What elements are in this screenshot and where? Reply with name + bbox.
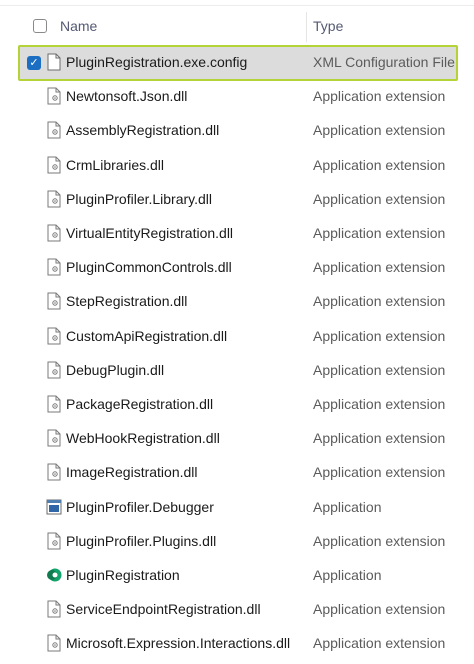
file-type: Application extension xyxy=(313,464,446,481)
select-all-checkbox[interactable] xyxy=(33,19,47,33)
file-row[interactable]: CrmLibraries.dll Application extension xyxy=(0,148,474,182)
file-row[interactable]: Newtonsoft.Json.dll Application extension xyxy=(0,79,474,113)
file-name: PluginProfiler.Plugins.dll xyxy=(66,532,217,549)
column-header-row: Name Type xyxy=(0,6,474,44)
file-name: StepRegistration.dll xyxy=(66,293,188,310)
dll-icon xyxy=(46,190,62,208)
dll-icon xyxy=(46,87,62,105)
name-column-header[interactable]: Name xyxy=(60,18,97,34)
file-name: DebugPlugin.dll xyxy=(66,361,165,378)
document-icon xyxy=(46,53,62,71)
type-column-header[interactable]: Type xyxy=(313,18,343,34)
dll-icon xyxy=(46,121,62,139)
file-name: WebHookRegistration.dll xyxy=(66,430,220,447)
file-row[interactable]: PluginCommonControls.dll Application exte… xyxy=(0,250,474,284)
file-type: Application extension xyxy=(313,396,446,412)
file-type: Application extension xyxy=(313,156,446,173)
column-separator[interactable] xyxy=(306,12,307,42)
dll-icon xyxy=(46,292,62,310)
file-type: Application extension xyxy=(313,293,446,310)
file-name: CrmLibraries.dll xyxy=(66,156,165,173)
file-row[interactable]: PluginProfiler.Plugins.dll Application ex… xyxy=(0,524,474,558)
file-name: AssemblyRegistration.dll xyxy=(66,122,220,139)
file-type: Application extension xyxy=(313,225,446,241)
file-type: Application extension xyxy=(313,361,446,378)
file-name: Newtonsoft.Json.dll xyxy=(66,88,188,105)
file-name: PluginRegistration.exe.config xyxy=(66,54,248,70)
file-row[interactable]: PluginProfiler.Library.dll Application ex… xyxy=(0,182,474,216)
file-row[interactable]: WebHookRegistration.dll Application exten… xyxy=(0,421,474,455)
dll-icon xyxy=(46,361,62,379)
file-name: PluginProfiler.Debugger xyxy=(66,498,214,515)
file-row[interactable]: DebugPlugin.dll Application extension xyxy=(0,353,474,387)
plugin-registration-app-icon xyxy=(46,566,62,584)
file-name: Microsoft.Expression.Interactions.dll xyxy=(66,635,291,652)
dll-icon xyxy=(46,429,62,447)
dll-icon xyxy=(46,634,62,652)
dll-icon xyxy=(46,258,62,276)
file-name: PluginRegistration xyxy=(66,567,180,583)
dll-icon xyxy=(46,224,62,242)
dll-icon xyxy=(46,395,62,413)
file-type: Application extension xyxy=(313,259,446,276)
file-row[interactable]: StepRegistration.dll Application extensio… xyxy=(0,284,474,318)
file-type: Application extension xyxy=(313,122,446,139)
file-type: Application extension xyxy=(313,327,446,344)
file-type: Application xyxy=(313,567,382,583)
file-type: Application extension xyxy=(313,532,446,549)
file-name: PackageRegistration.dll xyxy=(66,396,214,412)
file-type: Application extension xyxy=(313,190,446,207)
file-row[interactable]: AssemblyRegistration.dll Application exte… xyxy=(0,113,474,147)
dll-icon xyxy=(46,532,62,550)
row-checkbox[interactable]: ✓ xyxy=(27,56,41,70)
dll-icon xyxy=(46,327,62,345)
file-row[interactable]: VirtualEntityRegistration.dll Application… xyxy=(0,216,474,250)
file-row[interactable]: CustomApiRegistration.dll Application ext… xyxy=(0,319,474,353)
file-row[interactable]: PluginProfiler.Debugger Application xyxy=(0,490,474,524)
file-row[interactable]: PluginRegistration Application xyxy=(0,558,474,592)
dll-icon xyxy=(46,156,62,174)
file-type: XML Configuration File xyxy=(313,54,455,70)
file-name: VirtualEntityRegistration.dll xyxy=(66,225,234,241)
exe-window-icon xyxy=(46,498,62,516)
file-type: Application extension xyxy=(313,88,446,105)
file-row[interactable]: ServiceEndpointRegistration.dll Applicati… xyxy=(0,592,474,626)
file-row[interactable]: Microsoft.Expression.Interactions.dll App… xyxy=(0,626,474,660)
file-name: PluginProfiler.Library.dll xyxy=(66,190,213,207)
file-name: PluginCommonControls.dll xyxy=(66,259,232,276)
file-row[interactable]: ✓ PluginRegistration.exe.config XML Config… xyxy=(0,45,474,81)
file-name: ImageRegistration.dll xyxy=(66,464,198,481)
file-type: Application extension xyxy=(313,430,446,447)
file-type: Application extension xyxy=(313,601,446,618)
file-name: ServiceEndpointRegistration.dll xyxy=(66,601,261,618)
dll-icon xyxy=(46,600,62,618)
file-type: Application xyxy=(313,498,382,515)
dll-icon xyxy=(46,463,62,481)
file-row[interactable]: PackageRegistration.dll Application exten… xyxy=(0,387,474,421)
file-name: CustomApiRegistration.dll xyxy=(66,327,228,344)
file-row[interactable]: ImageRegistration.dll Application extensi… xyxy=(0,455,474,489)
file-type: Application extension xyxy=(313,635,446,652)
